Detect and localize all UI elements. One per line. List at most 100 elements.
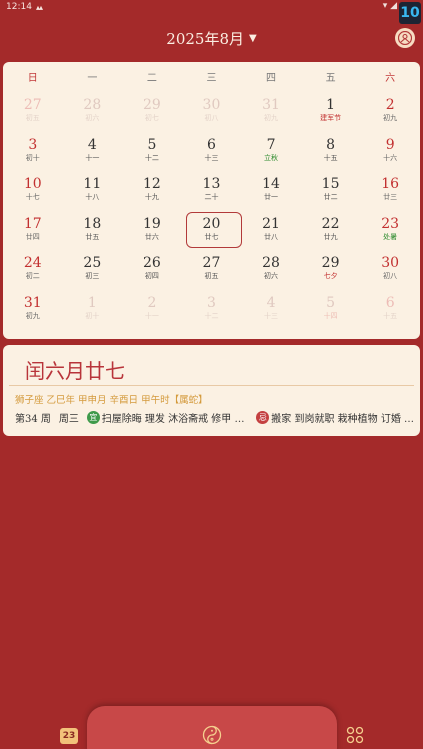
day-cell[interactable]: 7 立秋 — [241, 130, 301, 170]
weekday-label: 周三 — [58, 413, 79, 425]
day-cell[interactable]: 4 十一 — [63, 130, 123, 170]
lunar-label: 初六 — [85, 114, 100, 123]
day-cell[interactable]: 30 初八 — [360, 248, 420, 288]
yi-ji-row: 第34 周 周三 宜 扫屋除晦 理发 沐浴斋戒 修甲 … 忌 搬家 到岗就职 栽… — [15, 409, 414, 425]
lunar-label: 初十 — [85, 311, 100, 320]
lunar-label: 十九 — [144, 193, 159, 202]
day-cell[interactable]: 8 十五 — [301, 130, 361, 170]
day-cell[interactable]: 11 十八 — [63, 169, 123, 209]
lunar-label: 初五 — [204, 272, 219, 281]
yi-badge: 宜 — [86, 410, 100, 424]
lunar-label: 廿四 — [25, 232, 40, 241]
day-cell-selected[interactable]: 20 廿七 — [182, 209, 242, 249]
day-cell[interactable]: 5 十二 — [122, 130, 182, 170]
yin-yang-icon[interactable] — [202, 725, 222, 745]
weekday-header: 日一二三四五六 — [3, 62, 420, 90]
lunar-label: 初九 — [383, 114, 398, 123]
day-number: 28 — [262, 255, 280, 272]
day-number: 14 — [262, 176, 280, 193]
day-cell[interactable]: 10 十七 — [3, 169, 63, 209]
day-number: 5 — [326, 294, 336, 311]
caret-down-icon[interactable]: ▼ — [249, 33, 257, 44]
day-cell[interactable]: 27 初五 — [182, 248, 242, 288]
day-number: 7 — [266, 136, 276, 153]
day-cell[interactable]: 2 十一 — [122, 288, 182, 328]
lunar-label: 廿九 — [323, 232, 338, 241]
day-cell[interactable]: 26 初四 — [122, 248, 182, 288]
lunar-label: 初十 — [25, 153, 40, 162]
day-number: 5 — [147, 136, 157, 153]
day-number: 29 — [321, 255, 340, 272]
lunar-label: 十七 — [25, 193, 40, 202]
day-cell[interactable]: 19 廿六 — [122, 209, 182, 249]
lunar-label: 初二 — [25, 272, 40, 281]
day-cell[interactable]: 18 廿五 — [63, 209, 123, 249]
lunar-label: 二十 — [204, 193, 219, 202]
apps-grid-icon[interactable] — [346, 726, 364, 744]
day-cell[interactable]: 12 十九 — [122, 169, 182, 209]
lunar-label: 廿七 — [204, 232, 219, 241]
day-cell[interactable]: 28 初六 — [241, 248, 301, 288]
day-cell[interactable]: 30 初八 — [182, 90, 242, 130]
lunar-label: 初九 — [25, 311, 40, 320]
day-cell[interactable]: 3 十二 — [182, 288, 242, 328]
lunar-label: 初八 — [204, 114, 219, 123]
lunar-label: 廿一 — [264, 193, 279, 202]
week-number: 第34 周 — [15, 413, 51, 425]
signal-icon: ▴▴ — [35, 2, 43, 12]
day-number: 23 — [381, 215, 400, 232]
lunar-label: 十一 — [144, 311, 159, 320]
day-cell[interactable]: 27 初五 — [3, 90, 63, 130]
day-cell[interactable]: 13 二十 — [182, 169, 242, 209]
day-cell[interactable]: 21 廿八 — [241, 209, 301, 249]
day-cell[interactable]: 17 廿四 — [3, 209, 63, 249]
lunar-date-title: 闰六月廿七 — [25, 359, 125, 383]
lunar-label: 廿二 — [323, 193, 338, 202]
day-number: 4 — [266, 294, 276, 311]
status-time: 12:14 — [6, 2, 32, 12]
day-cell[interactable]: 5 十四 — [301, 288, 361, 328]
weekday-label: 四 — [266, 72, 277, 84]
lunar-label: 廿八 — [264, 232, 279, 241]
day-cell[interactable]: 24 初二 — [3, 248, 63, 288]
day-number: 10 — [23, 176, 42, 193]
lunar-label: 立秋 — [264, 153, 279, 162]
day-cell[interactable]: 6 十五 — [360, 288, 420, 328]
month-header: 2025年8月 ▼ — [0, 24, 423, 52]
divider — [9, 385, 414, 386]
day-cell[interactable]: 23 处暑 — [360, 209, 420, 249]
profile-button[interactable] — [395, 28, 415, 48]
day-number: 24 — [23, 255, 42, 272]
yin-yang-svg — [202, 725, 222, 745]
day-cell[interactable]: 2 初九 — [360, 90, 420, 130]
day-cell[interactable]: 28 初六 — [63, 90, 123, 130]
weekday-label: 一 — [87, 72, 98, 84]
day-cell[interactable]: 29 初七 — [122, 90, 182, 130]
day-cell[interactable]: 1 建军节 — [301, 90, 361, 130]
day-detail-card[interactable]: 闰六月廿七 狮子座 乙巳年 甲申月 辛酉日 甲午时【属蛇】 第34 周 周三 宜… — [3, 345, 420, 436]
day-cell[interactable]: 1 初十 — [63, 288, 123, 328]
day-cell[interactable]: 31 初九 — [241, 90, 301, 130]
day-cell[interactable]: 16 廿三 — [360, 169, 420, 209]
month-selector[interactable]: 2025年8月 — [166, 28, 244, 49]
day-cell[interactable]: 22 廿九 — [301, 209, 361, 249]
apps-grid-svg — [346, 726, 364, 744]
day-cell[interactable]: 3 初十 — [3, 130, 63, 170]
day-cell[interactable]: 14 廿一 — [241, 169, 301, 209]
day-number: 31 — [262, 97, 280, 114]
day-number: 27 — [202, 255, 221, 272]
day-cell[interactable]: 15 廿二 — [301, 169, 361, 209]
day-number: 4 — [87, 136, 97, 153]
day-number: 8 — [326, 136, 336, 153]
day-number: 21 — [262, 215, 280, 232]
calendar-tab-icon[interactable]: 23 — [60, 726, 78, 744]
day-cell[interactable]: 31 初九 — [3, 288, 63, 328]
day-cell[interactable]: 9 十六 — [360, 130, 420, 170]
day-cell[interactable]: 4 十三 — [241, 288, 301, 328]
lunar-label: 十八 — [85, 193, 100, 202]
day-cell[interactable]: 25 初三 — [63, 248, 123, 288]
day-cell[interactable]: 29 七夕 — [301, 248, 361, 288]
day-cell[interactable]: 6 十三 — [182, 130, 242, 170]
weekday-label: 三 — [206, 72, 217, 84]
calendar-card: 日一二三四五六 27 初五 28 初六 29 初七 30 初八 31 初九 1 建军节 2 初九 3 初十 4 十… — [3, 62, 420, 339]
